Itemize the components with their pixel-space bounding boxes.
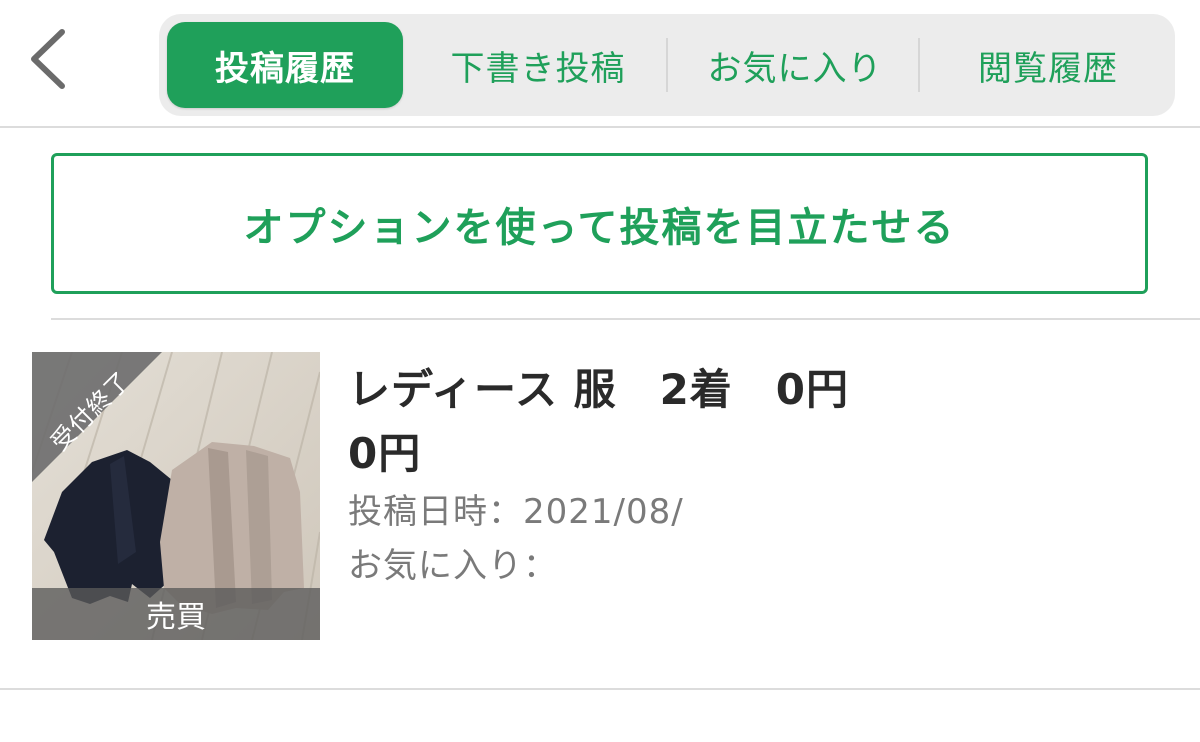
post-title: レディース 服 2着 0円 0円 <box>348 358 968 486</box>
top-navigation-bar: 投稿履歴 下書き投稿 お気に入り 閲覧履歴 <box>0 0 1200 128</box>
tab-post-history[interactable]: 投稿履歴 <box>167 22 403 108</box>
chevron-left-icon <box>31 29 65 89</box>
tab-divider <box>918 38 920 92</box>
promote-post-button[interactable]: オプションを使って投稿を目立たせる <box>51 153 1148 294</box>
tab-browsing-history[interactable]: 閲覧履歴 <box>923 22 1173 108</box>
history-tab-bar: 投稿履歴 下書き投稿 お気に入り 閲覧履歴 <box>159 14 1175 116</box>
posted-date: 投稿日時：2021/08/ <box>348 492 684 532</box>
favorite-count: お気に入り： <box>348 546 558 586</box>
list-item[interactable]: 受付終了 売買 レディース 服 2着 0円 0円 投稿日時：2021/08/ お… <box>0 320 1200 688</box>
tab-favorites[interactable]: お気に入り <box>669 22 921 108</box>
back-button[interactable] <box>24 24 74 94</box>
tab-draft-posts[interactable]: 下書き投稿 <box>411 22 665 108</box>
tab-divider <box>666 38 668 92</box>
list-divider <box>0 688 1200 690</box>
post-thumbnail: 受付終了 売買 <box>32 352 320 640</box>
post-title-line: レディース 服 2着 0円 <box>348 365 850 414</box>
category-badge: 売買 <box>32 588 320 640</box>
post-title-line: 0円 <box>348 429 422 478</box>
